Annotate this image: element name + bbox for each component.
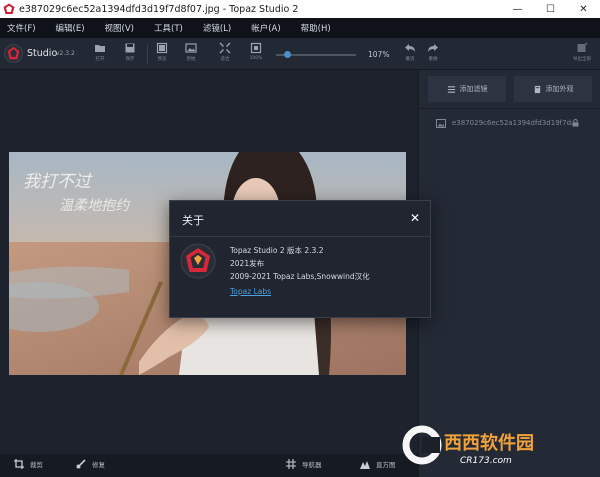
fit-button[interactable]: 适合: [213, 42, 237, 66]
original-label: 原始: [186, 57, 196, 62]
window-title-bar: e387029c6ec52a1394dfd3d19f7d8f07.jpg - T…: [0, 0, 600, 18]
export-all-button[interactable]: 导出全部: [570, 42, 594, 66]
histogram-icon: [360, 461, 370, 469]
about-dialog: 关于 ✕ Topaz Studio 2 版本 2.3.2 2021发布 2009…: [169, 200, 431, 318]
add-filter-label: 添加滤镜: [459, 85, 488, 93]
about-dialog-header: 关于 ✕: [170, 201, 430, 237]
about-product-version: Topaz Studio 2 版本 2.3.2: [230, 246, 324, 255]
lock-icon[interactable]: [572, 119, 579, 127]
toolbar-divider: [147, 44, 148, 64]
save-label: 保存: [125, 57, 135, 62]
compare-button[interactable]: 预览: [150, 42, 174, 66]
menu-account[interactable]: 帐户(A): [251, 22, 280, 34]
undo-label: 撤消: [405, 57, 415, 62]
folder-icon: [95, 45, 105, 52]
about-dialog-title: 关于: [182, 214, 204, 227]
layer-file-row[interactable]: e387029c6ec52a1394dfd3d19f7d8...: [436, 116, 596, 130]
histogram-button[interactable]: 直方图: [360, 459, 396, 469]
menu-help[interactable]: 帮助(H): [301, 22, 331, 34]
navigator-grid-icon: [286, 459, 296, 469]
add-look-button[interactable]: 添加外观: [514, 76, 592, 102]
layer-image-icon: [436, 118, 446, 128]
studio-version: v2.3.2: [56, 50, 75, 57]
watermark-brand: 西西软件园: [444, 432, 534, 454]
menu-filters[interactable]: 滤镜(L): [203, 22, 231, 34]
menu-bar: 文件(F) 编辑(E) 视图(V) 工具(T) 滤镜(L) 帐户(A) 帮助(H…: [0, 18, 600, 38]
about-release-year: 2021发布: [230, 259, 265, 268]
minimize-button[interactable]: —: [501, 0, 534, 18]
look-icon: [534, 85, 540, 93]
about-close-button[interactable]: ✕: [410, 211, 420, 225]
window-title: e387029c6ec52a1394dfd3d19f7d8f07.jpg - T…: [19, 3, 299, 15]
open-label: 打开: [95, 57, 105, 62]
navigator-button[interactable]: 导航器: [286, 459, 322, 469]
save-icon: [125, 43, 135, 53]
filter-list-icon: [447, 85, 455, 93]
fit-label: 适合: [220, 57, 230, 62]
retouch-button[interactable]: 修复: [76, 459, 105, 469]
calligraphy-text-line2: 温柔地抱约: [59, 198, 131, 214]
crop-label: 裁剪: [30, 461, 43, 469]
add-look-label: 添加外观: [545, 85, 574, 93]
fit-icon: [219, 42, 231, 54]
retouch-label: 修复: [92, 461, 105, 469]
studio-label: Studio: [27, 48, 58, 59]
compare-icon: [156, 42, 168, 54]
crop-icon: [14, 459, 24, 469]
histogram-label: 直方图: [376, 461, 396, 469]
menu-view[interactable]: 视图(V): [105, 22, 134, 34]
about-copyright: 2009-2021 Topaz Labs,Snowwind汉化: [230, 272, 370, 281]
maximize-button[interactable]: ☐: [534, 0, 567, 18]
export-label: 导出全部: [573, 57, 591, 62]
bottom-bar: 裁剪 修复 导航器 直方图: [0, 454, 418, 477]
topaz-product-logo: [180, 243, 216, 279]
app-logo-icon: [3, 3, 15, 14]
redo-button[interactable]: 重做: [421, 42, 445, 66]
actual-size-icon: [250, 42, 262, 54]
calligraphy-text-line1: 我打不过: [23, 172, 93, 192]
topaz-logo-icon: [4, 44, 23, 63]
zoom-percent: 107%: [368, 50, 390, 59]
menu-tools[interactable]: 工具(T): [154, 22, 183, 34]
save-button[interactable]: 保存: [118, 42, 142, 66]
actual-size-label: 100%: [249, 56, 263, 61]
panel-divider: [418, 108, 600, 109]
open-button[interactable]: 打开: [88, 42, 112, 66]
close-window-button[interactable]: ✕: [567, 0, 600, 18]
layer-file-name: e387029c6ec52a1394dfd3d19f7d8...: [452, 119, 572, 127]
brush-icon: [76, 459, 86, 469]
undo-button[interactable]: 撤消: [398, 42, 422, 66]
redo-icon: [428, 44, 438, 52]
export-icon: [577, 42, 588, 52]
crop-button[interactable]: 裁剪: [14, 459, 43, 469]
redo-label: 重做: [428, 57, 438, 62]
watermark-url: CR173.com: [460, 456, 512, 466]
undo-icon: [405, 44, 415, 52]
zoom-slider-handle[interactable]: [284, 51, 291, 58]
compare-label: 预览: [157, 57, 167, 62]
right-panel: [418, 70, 600, 477]
site-watermark: 西西软件园 CR173.com: [402, 425, 534, 466]
original-button[interactable]: 原始: [179, 42, 203, 66]
actual-size-button[interactable]: 100%: [244, 42, 268, 66]
topaz-labs-link[interactable]: Topaz Labs: [230, 287, 271, 296]
menu-edit[interactable]: 编辑(E): [56, 22, 85, 34]
navigator-label: 导航器: [302, 461, 322, 469]
image-icon: [185, 43, 197, 53]
menu-file[interactable]: 文件(F): [7, 22, 36, 34]
add-filter-button[interactable]: 添加滤镜: [428, 76, 506, 102]
